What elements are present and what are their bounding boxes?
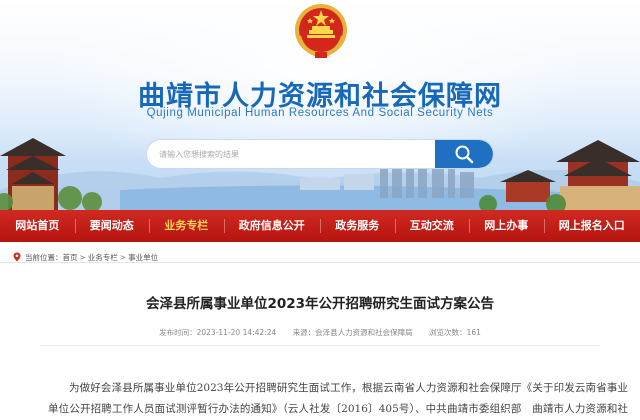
article-title: 会泽县所属事业单位2023年公开招聘研究生面试方案公告: [145, 296, 495, 312]
article-body: 为做好会泽县所属事业单位2023年公开招聘研究生面试工作，根据云南省人力资源和社…: [48, 382, 628, 415]
nav-item-news[interactable]: 要闻动态: [74, 210, 150, 242]
nav-item-business-column[interactable]: 业务专栏: [149, 210, 224, 242]
search-input[interactable]: [159, 140, 429, 168]
breadcrumb: 当前位置： 首页 > 业务专栏 > 事业单位: [0, 242, 640, 272]
breadcrumb-link-business-column[interactable]: 业务专栏: [88, 252, 118, 263]
nav-item-online-registration[interactable]: 网上报名入口: [543, 210, 640, 242]
publish-date: 发布时间：2023-11-20 14:42:24: [159, 328, 277, 337]
meta-divider: [40, 345, 600, 346]
nav-item-online-services[interactable]: 网上办事: [469, 210, 544, 242]
nav-item-interaction[interactable]: 互动交流: [394, 210, 470, 242]
breadcrumb-separator: >: [79, 252, 86, 262]
main-navigation: 网站首页 要闻动态 业务专栏 政府信息公开 政务服务 互动交流 网上办事 网上报…: [0, 210, 640, 242]
article-source: 来源：会泽县人力资源和社会保障局: [292, 328, 413, 337]
content-divider: [0, 262, 640, 263]
view-count: 浏览次数：161: [429, 328, 481, 337]
article-meta: 发布时间：2023-11-20 14:42:24 来源：会泽县人力资源和社会保障…: [0, 327, 640, 338]
search-button[interactable]: [435, 140, 493, 168]
breadcrumb-separator: >: [119, 252, 127, 262]
nav-item-gov-info-disclosure[interactable]: 政府信息公开: [223, 210, 321, 242]
breadcrumb-link-home[interactable]: 首页: [63, 252, 78, 263]
site-subtitle: Qujing Municipal Human Resources And Soc…: [146, 107, 494, 119]
search-icon: [455, 145, 474, 164]
breadcrumb-link-public-institutions[interactable]: 事业单位: [128, 252, 158, 263]
breadcrumb-prefix: 当前位置：: [25, 252, 63, 262]
location-pin-icon: [13, 252, 21, 262]
header-banner: 曲靖市人力资源和社会保障网 Qujing Municipal Human Res…: [0, 0, 640, 210]
nav-item-gov-services[interactable]: 政务服务: [320, 210, 395, 242]
nav-item-home[interactable]: 网站首页: [0, 210, 75, 242]
national-emblem-icon: [295, 4, 347, 59]
search-box: [146, 139, 494, 169]
